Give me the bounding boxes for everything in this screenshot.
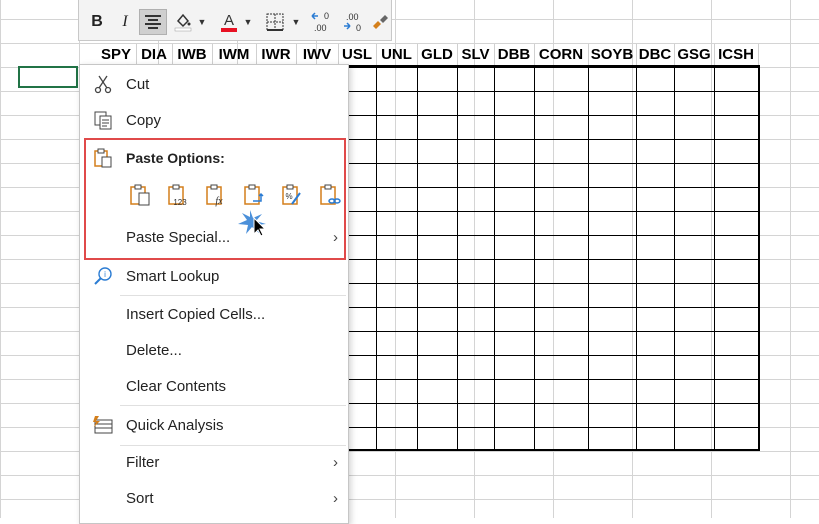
font-color-icon: A <box>221 12 237 32</box>
menu-item-copy[interactable]: Copy <box>80 105 348 135</box>
format-painter-button[interactable] <box>369 9 391 35</box>
fill-bucket-icon <box>174 13 192 32</box>
svg-text:fx: fx <box>215 196 223 207</box>
header-cell[interactable]: GLD <box>417 44 458 65</box>
column-line <box>494 65 495 451</box>
decrease-decimal-button[interactable]: .00 0 <box>341 9 367 35</box>
format-painter-icon <box>373 15 388 29</box>
menu-item-label: Delete... <box>126 341 182 359</box>
header-cell[interactable]: CORN <box>534 44 589 65</box>
header-cell[interactable]: IWV <box>296 44 339 65</box>
menu-item-label: Smart Lookup <box>126 267 220 285</box>
paste-transpose-icon[interactable] <box>240 181 268 209</box>
column-line <box>714 65 715 451</box>
cursor-arrow-icon <box>253 216 267 237</box>
menu-item-label: Copy <box>126 111 162 129</box>
svg-text:A: A <box>224 12 234 29</box>
column-line <box>417 65 418 451</box>
menu-item-clear-contents[interactable]: Clear Contents <box>80 371 348 401</box>
font-color-button[interactable]: A <box>217 9 241 35</box>
paste-formulas-icon[interactable]: fx <box>202 181 230 209</box>
active-cell[interactable] <box>18 66 78 88</box>
svg-text:.00: .00 <box>314 23 327 33</box>
borders-button[interactable] <box>263 9 287 35</box>
chevron-right-icon: › <box>333 489 338 507</box>
svg-text:0: 0 <box>356 23 361 33</box>
svg-text:123: 123 <box>173 198 187 207</box>
column-line <box>376 65 377 451</box>
header-cell[interactable]: DBB <box>494 44 535 65</box>
header-cell[interactable]: IWR <box>256 44 297 65</box>
header-cell[interactable]: IWB <box>172 44 213 65</box>
paste-link-icon[interactable] <box>316 181 344 209</box>
header-cell[interactable]: ICSH <box>714 44 759 65</box>
menu-item-quick-analysis[interactable]: Quick Analysis <box>80 410 348 440</box>
menu-item-filter[interactable]: Filter › <box>80 447 348 477</box>
context-menu: Cut Copy Paste Options: 123 fx % Paste S… <box>79 64 349 524</box>
paste-options-title: Paste Options: <box>126 150 225 166</box>
column-line <box>534 65 535 451</box>
menu-item-label: Filter <box>126 453 160 471</box>
align-center-button[interactable] <box>139 9 167 35</box>
click-flash-icon <box>238 210 266 234</box>
scissors-icon <box>92 73 114 95</box>
paste-formatting-icon[interactable]: % <box>278 181 306 209</box>
menu-item-insert-copied-cells[interactable]: Insert Copied Cells... <box>80 299 348 329</box>
bold-button[interactable]: B <box>85 9 109 35</box>
header-cell[interactable]: DBC <box>636 44 675 65</box>
header-cell[interactable]: SPY <box>96 44 137 65</box>
menu-item-label: Insert Copied Cells... <box>126 305 266 323</box>
header-cell[interactable]: SLV <box>457 44 495 65</box>
menu-separator <box>120 295 346 296</box>
svg-text:.00: .00 <box>346 12 359 22</box>
mini-toolbar: B I ▼ A ▼ ▼ 0.00 .00 0 <box>78 0 392 41</box>
svg-text:0: 0 <box>324 11 329 21</box>
menu-separator <box>120 405 346 406</box>
menu-item-label: Sort <box>126 489 154 507</box>
paste-options-header: Paste Options: <box>80 143 348 173</box>
menu-item-sort[interactable]: Sort › <box>80 483 348 513</box>
italic-button[interactable]: I <box>113 9 137 35</box>
align-center-icon <box>145 15 161 29</box>
chevron-right-icon: › <box>333 453 338 471</box>
header-cell[interactable]: IWM <box>212 44 257 65</box>
svg-text:i: i <box>104 270 106 279</box>
menu-item-paste-special[interactable]: Paste Special... › <box>80 222 348 252</box>
chevron-down-icon[interactable]: ▼ <box>291 9 301 35</box>
fill-color-button[interactable] <box>171 9 195 35</box>
menu-item-label: Paste Special... <box>126 228 231 246</box>
data-table[interactable] <box>338 65 760 451</box>
copy-icon <box>92 109 114 131</box>
column-line <box>457 65 458 451</box>
header-cell[interactable]: UNL <box>376 44 418 65</box>
increase-decimal-icon: 0.00 <box>311 11 329 33</box>
menu-item-label: Clear Contents <box>126 377 227 395</box>
quick-analysis-icon <box>92 414 114 436</box>
menu-item-label: Quick Analysis <box>126 416 224 434</box>
increase-decimal-button[interactable]: 0.00 <box>309 9 335 35</box>
chevron-down-icon[interactable]: ▼ <box>243 9 253 35</box>
chevron-down-icon[interactable]: ▼ <box>197 9 207 35</box>
column-line <box>588 65 589 451</box>
smart-lookup-icon: i <box>92 265 114 287</box>
chevron-right-icon: › <box>333 228 338 246</box>
svg-text:%: % <box>285 192 292 201</box>
header-cell[interactable]: DIA <box>136 44 173 65</box>
clipboard-icon <box>92 147 114 169</box>
header-cell[interactable]: GSG <box>674 44 715 65</box>
mouse-cursor <box>236 208 276 237</box>
menu-separator <box>120 445 346 446</box>
menu-item-delete[interactable]: Delete... <box>80 335 348 365</box>
column-line <box>674 65 675 451</box>
menu-item-smart-lookup[interactable]: i Smart Lookup <box>80 261 348 291</box>
decrease-decimal-icon: .000 <box>344 12 361 33</box>
menu-item-cut[interactable]: Cut <box>80 69 348 99</box>
header-cell[interactable]: USL <box>338 44 377 65</box>
paste-icon[interactable] <box>126 181 154 209</box>
column-line <box>636 65 637 451</box>
header-cell[interactable]: SOYB <box>588 44 637 65</box>
borders-icon <box>266 13 284 31</box>
paste-values-icon[interactable]: 123 <box>164 181 192 209</box>
menu-item-label: Cut <box>126 75 150 93</box>
